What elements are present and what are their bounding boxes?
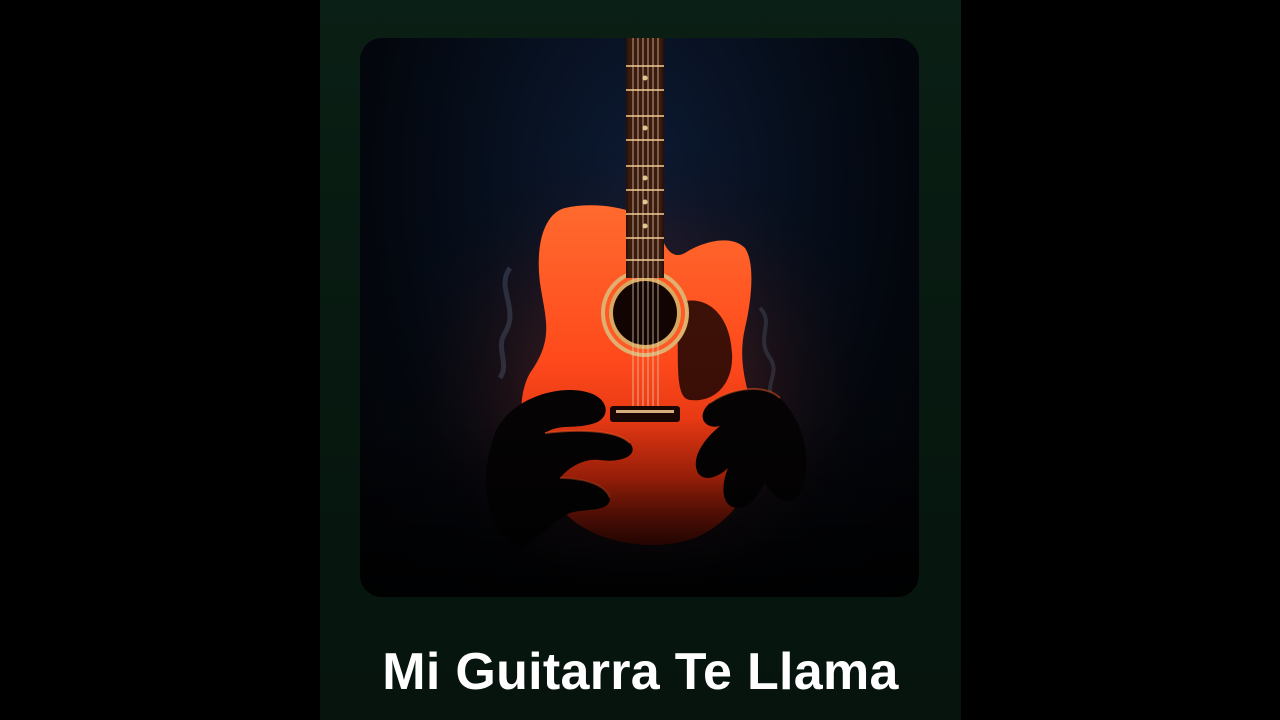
song-title: Mi Guitarra Te Llama bbox=[382, 643, 899, 701]
video-player-stage[interactable]: Mi Guitarra Te Llama bbox=[0, 0, 1280, 720]
guitar-illustration bbox=[360, 38, 919, 597]
album-cover-art bbox=[360, 38, 919, 597]
video-frame: Mi Guitarra Te Llama bbox=[320, 0, 961, 720]
